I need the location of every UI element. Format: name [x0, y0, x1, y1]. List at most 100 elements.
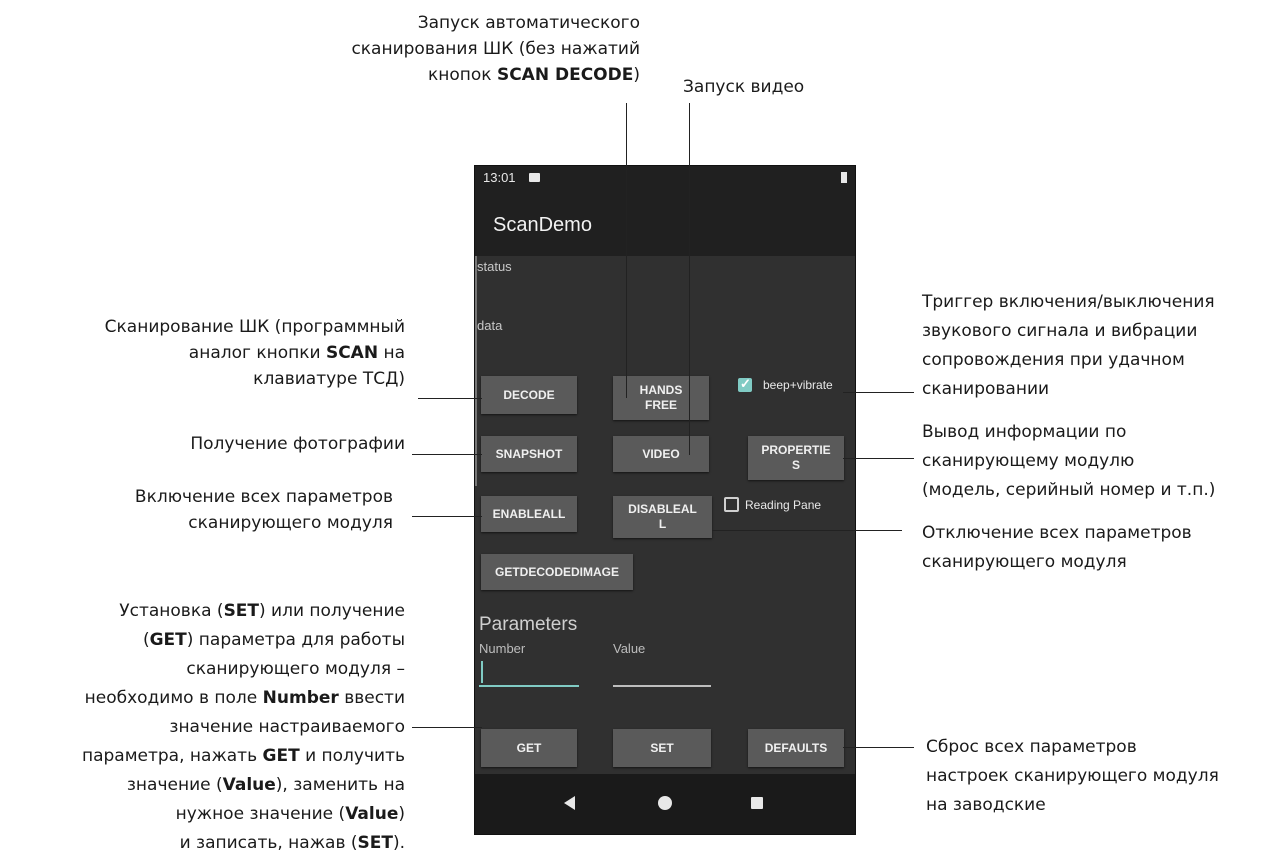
phone-screen: 13:01 ScanDemo status data DECODE HANDS … — [474, 165, 856, 835]
snapshot-annotation: Получение фотографии — [190, 434, 405, 454]
decode-button[interactable]: DECODE — [481, 376, 577, 414]
text-cursor — [481, 661, 483, 683]
callout-line — [418, 398, 482, 400]
reading-pane-checkbox[interactable] — [724, 497, 739, 512]
snapshot-button[interactable]: SNAPSHOT — [481, 436, 577, 472]
annotation-line: сканирования ШК (без нажатий — [351, 39, 640, 59]
annotation-text: ) — [398, 804, 405, 824]
callout-line — [412, 727, 482, 729]
annotation-line: настроек сканирующего модуля — [926, 766, 1219, 786]
annotation-line: Отключение всех параметров — [922, 523, 1192, 543]
annotation-line: параметра, нажать GET и получить — [82, 742, 405, 771]
annotation-bold: Value — [345, 804, 399, 824]
status-time: 13:01 — [483, 170, 516, 185]
navigation-bar — [475, 774, 855, 834]
annotation-text: ), заменить на — [275, 775, 405, 795]
annotation-text: ). — [392, 833, 405, 853]
annotation-text: аналог кнопки — [188, 343, 326, 363]
set-button[interactable]: SET — [613, 729, 711, 767]
video-annotation: Запуск видео — [683, 77, 805, 97]
home-icon[interactable] — [658, 796, 672, 810]
value-underline — [613, 685, 711, 687]
annotation-text: ) параметра для работы — [186, 630, 405, 650]
number-label: Number — [479, 641, 526, 656]
annotation-line: сопровождения при удачном — [922, 350, 1185, 370]
parameters-annotation: Установка (SET) или получение (GET) пара… — [82, 597, 405, 858]
annotation-line: сканирующего модуля – — [186, 659, 405, 679]
callout-line — [843, 458, 914, 460]
getdecodedimage-button[interactable]: GETDECODEDIMAGE — [481, 554, 633, 590]
value-label: Value — [613, 641, 646, 656]
annotation-text: кнопок — [427, 65, 497, 85]
beep-vibrate-label: beep+vibrate — [763, 378, 833, 392]
annotation-line: сканирующего модуля — [922, 552, 1127, 572]
reading-pane-label: Reading Pane — [745, 498, 822, 512]
annotation-text: ) — [633, 65, 640, 85]
annotation-line: и записать, нажав (SET). — [82, 829, 405, 858]
value-field[interactable] — [613, 661, 711, 687]
annotation-text: и получить — [299, 746, 405, 766]
annotation-text: Установка ( — [119, 601, 224, 621]
annotation-text: необходимо в поле — [84, 688, 263, 708]
annotation-line: Сканирование ШК (программный — [104, 317, 405, 337]
annotation-bold: SET — [357, 833, 393, 853]
annotation-line: сканирующему модулю — [922, 451, 1135, 471]
annotation-line: Включение всех параметров — [134, 487, 393, 507]
annotation-text: ) или получение — [259, 601, 405, 621]
parameters-title: Parameters — [479, 614, 578, 635]
callout-line — [843, 747, 914, 749]
scrollbar[interactable] — [475, 256, 477, 486]
annotation-line: необходимо в поле Number ввести — [82, 684, 405, 713]
annotation-line: на заводские — [926, 795, 1046, 815]
callout-line — [689, 103, 691, 455]
annotation-text: параметра, нажать — [81, 746, 263, 766]
auto-scan-annotation: Запуск автоматического сканирования ШК (… — [351, 10, 640, 88]
annotation-text: ( — [142, 630, 150, 650]
annotation-line: Сброс всех параметров — [926, 737, 1137, 757]
status-bar: 13:01 — [475, 166, 855, 190]
annotation-line: значение (Value), заменить на — [82, 771, 405, 800]
annotation-line: Вывод информации по — [922, 422, 1127, 442]
defaults-button[interactable]: DEFAULTS — [748, 729, 844, 767]
annotation-line: клавиатуре ТСД) — [253, 369, 405, 389]
callout-line — [412, 516, 482, 518]
annotation-text: на — [378, 343, 405, 363]
enableall-button[interactable]: ENABLEALL — [481, 496, 577, 532]
annotation-bold: SET — [223, 601, 260, 621]
annotation-bold: Number — [262, 688, 339, 708]
annotation-line: значение настраиваемого — [169, 717, 405, 737]
beep-vibrate-checkbox[interactable]: ✓ — [738, 376, 752, 392]
get-button[interactable]: GET — [481, 729, 577, 767]
app-title: ScanDemo — [493, 214, 592, 236]
beep-annotation: Триггер включения/выключения звукового с… — [922, 288, 1215, 404]
callout-line — [712, 530, 902, 532]
disableall-button[interactable]: DISABLEAL L — [613, 496, 712, 538]
data-label: data — [477, 318, 503, 333]
annotation-line: (модель, серийный номер и т.п.) — [922, 480, 1216, 500]
status-label: status — [477, 259, 512, 274]
number-underline — [479, 685, 579, 687]
properties-button[interactable]: PROPERTIE S — [748, 436, 844, 480]
properties-annotation: Вывод информации по сканирующему модулю … — [922, 418, 1215, 505]
annotation-bold: SCAN DECODE — [496, 65, 634, 85]
decode-annotation: Сканирование ШК (программный аналог кноп… — [105, 314, 405, 392]
video-button[interactable]: VIDEO — [613, 436, 709, 472]
annotation-text: и записать, нажав ( — [179, 833, 358, 853]
annotation-line: кнопок SCAN DECODE) — [351, 62, 640, 88]
annotation-line: Триггер включения/выключения — [922, 292, 1215, 312]
hands-free-button[interactable]: HANDS FREE — [613, 376, 709, 420]
annotation-text: ввести — [338, 688, 405, 708]
disableall-annotation: Отключение всех параметров сканирующего … — [922, 519, 1192, 577]
recents-icon[interactable] — [751, 797, 763, 809]
annotation-bold: GET — [262, 746, 300, 766]
annotation-line: Запуск автоматического — [417, 13, 640, 33]
image-icon — [529, 173, 540, 182]
annotation-text: значение ( — [126, 775, 223, 795]
back-icon[interactable] — [564, 796, 575, 810]
annotation-line: Установка (SET) или получение — [82, 597, 405, 626]
enableall-annotation: Включение всех параметров сканирующего м… — [135, 484, 393, 536]
number-field[interactable] — [479, 661, 579, 687]
annotation-line: сканировании — [922, 379, 1050, 399]
annotation-line: (GET) параметра для работы — [82, 626, 405, 655]
callout-line — [626, 103, 628, 398]
